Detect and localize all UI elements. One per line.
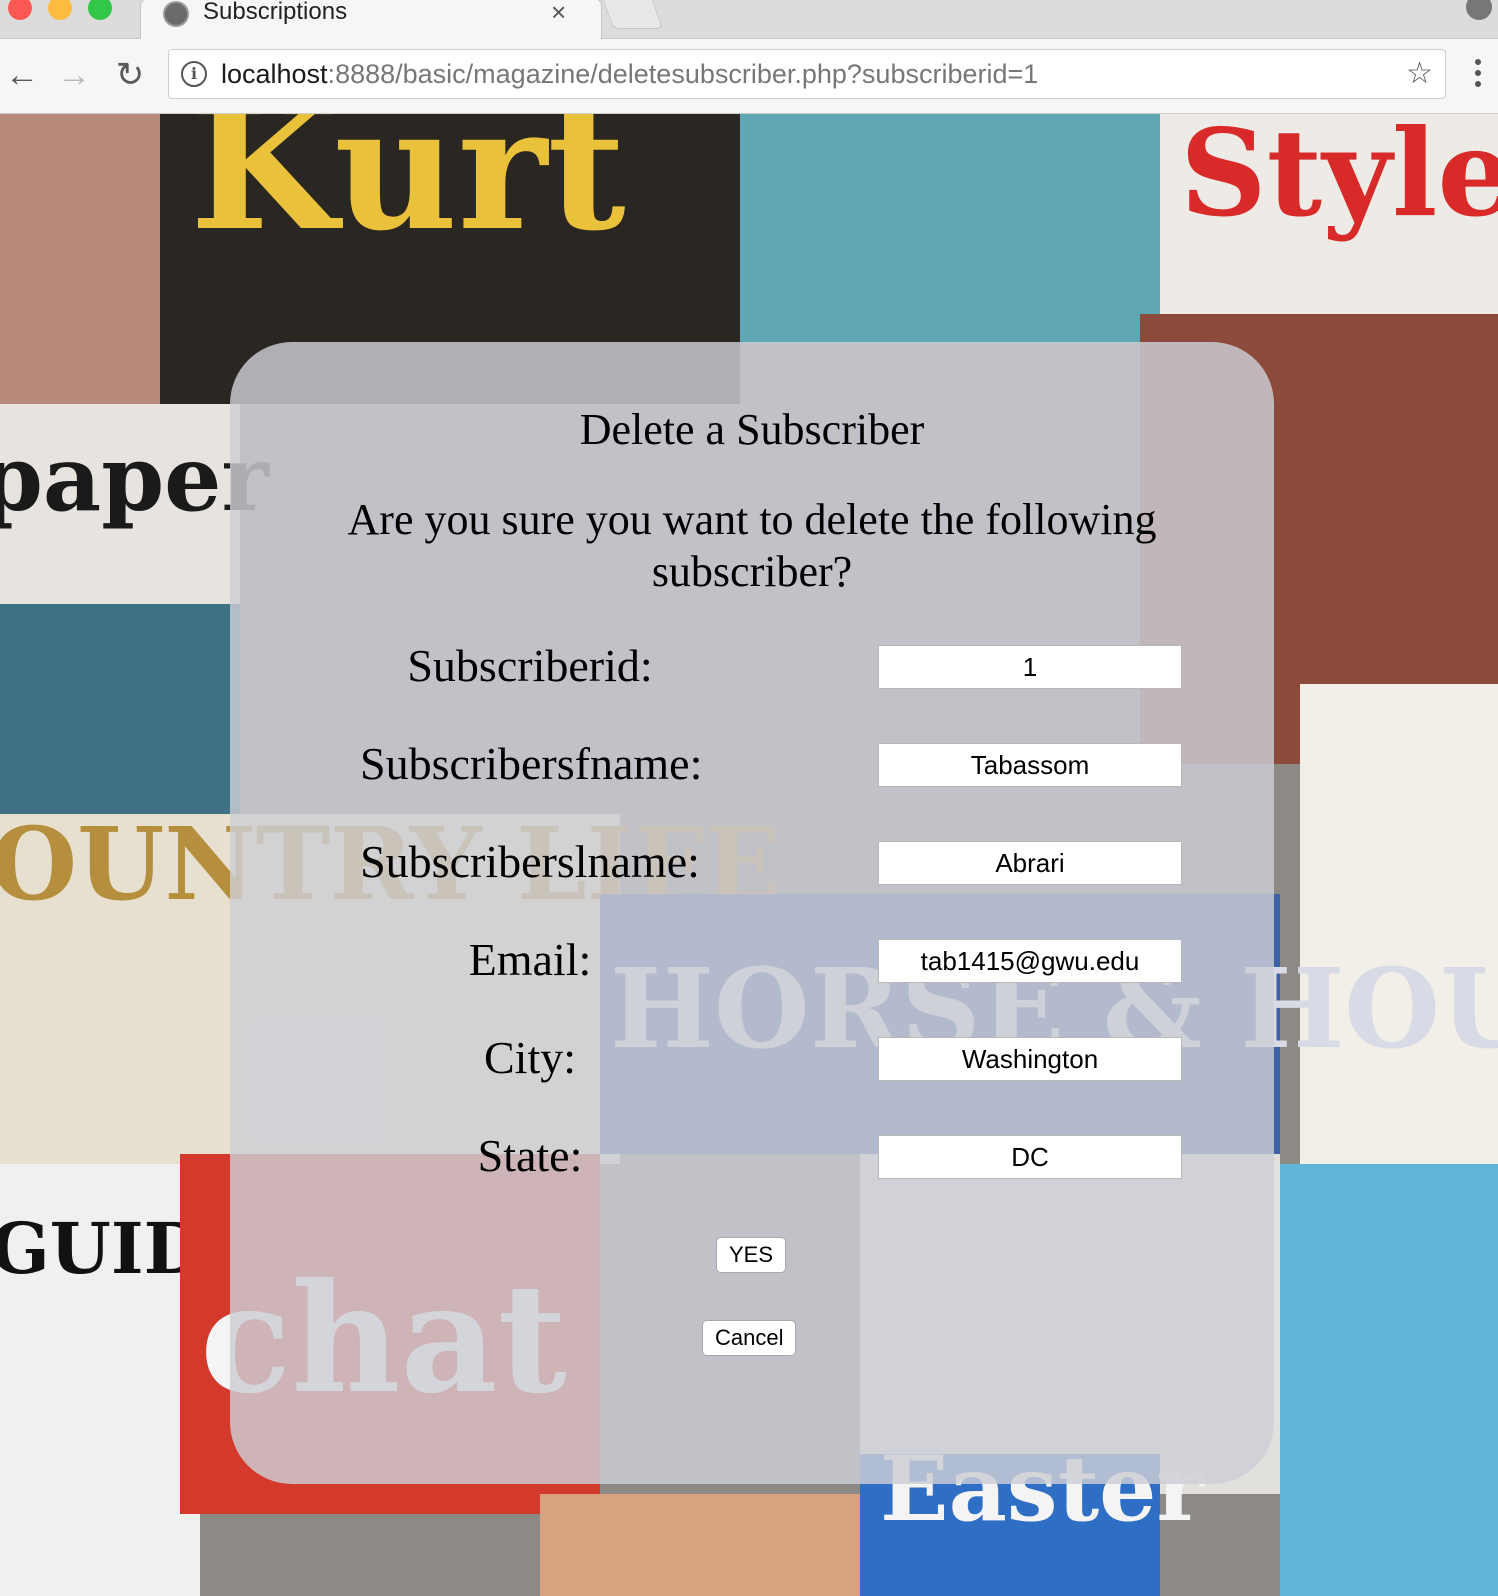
city-field[interactable] bbox=[878, 1037, 1182, 1081]
maximize-window-button[interactable] bbox=[88, 0, 112, 20]
url-path: :8888/basic/magazine/deletesubscriber.ph… bbox=[327, 59, 1039, 89]
cancel-button[interactable]: Cancel bbox=[702, 1320, 797, 1356]
page-title: Delete a Subscriber bbox=[579, 405, 925, 454]
email-label: Email: bbox=[468, 934, 592, 985]
minimize-window-button[interactable] bbox=[48, 0, 72, 20]
subscriberid-label: Subscriberid: bbox=[407, 640, 653, 691]
browser-tab[interactable]: Subscriptions × bbox=[140, 0, 602, 39]
confirm-question: Are you sure you want to delete the foll… bbox=[347, 495, 1157, 596]
yes-button[interactable]: YES bbox=[716, 1237, 787, 1273]
tab-title: Subscriptions bbox=[203, 0, 348, 25]
reload-icon[interactable]: ↻ bbox=[110, 53, 150, 97]
address-bar[interactable]: i localhost:8888/basic/magazine/deletesu… bbox=[168, 49, 1446, 99]
info-icon[interactable]: i bbox=[181, 61, 207, 87]
site-favicon-icon bbox=[163, 1, 189, 27]
subscribersfname-label: Subscribersfname: bbox=[360, 738, 703, 789]
state-field[interactable] bbox=[878, 1135, 1182, 1179]
url-text[interactable]: localhost:8888/basic/magazine/deletesubs… bbox=[221, 58, 1038, 90]
page-viewport: Kurt Style paper OUNTRY LIFE HORSE & HOU… bbox=[0, 114, 1498, 1596]
tab-close-icon[interactable]: × bbox=[551, 0, 566, 27]
tab-bar: Subscriptions × bbox=[0, 0, 1498, 39]
url-host: localhost bbox=[221, 59, 328, 89]
subscriberslname-label: Subscriberslname: bbox=[360, 836, 700, 887]
subscriberslname-field[interactable] bbox=[878, 841, 1182, 885]
more-menu-icon[interactable] bbox=[1474, 59, 1482, 93]
city-label: City: bbox=[483, 1032, 577, 1083]
back-arrow-icon[interactable]: ← bbox=[2, 53, 42, 97]
new-tab-button[interactable] bbox=[602, 0, 664, 29]
collage-word: paper bbox=[0, 426, 269, 532]
subscribersfname-field[interactable] bbox=[878, 743, 1182, 787]
browser-toolbar: ← → ↻ i localhost:8888/basic/magazine/de… bbox=[0, 39, 1498, 114]
collage-word: Kurt bbox=[190, 114, 626, 269]
collage-word: Style bbox=[1180, 114, 1498, 244]
subscriberid-field[interactable] bbox=[878, 645, 1182, 689]
delete-subscriber-panel: Delete a Subscriber Are you sure you wan… bbox=[230, 342, 1274, 1484]
profile-icon[interactable] bbox=[1466, 0, 1492, 20]
forward-arrow-icon[interactable]: → bbox=[54, 53, 94, 97]
close-window-button[interactable] bbox=[8, 0, 32, 20]
bookmark-star-icon[interactable]: ☆ bbox=[1406, 56, 1433, 91]
state-label: State: bbox=[477, 1130, 583, 1181]
email-field[interactable] bbox=[878, 939, 1182, 983]
